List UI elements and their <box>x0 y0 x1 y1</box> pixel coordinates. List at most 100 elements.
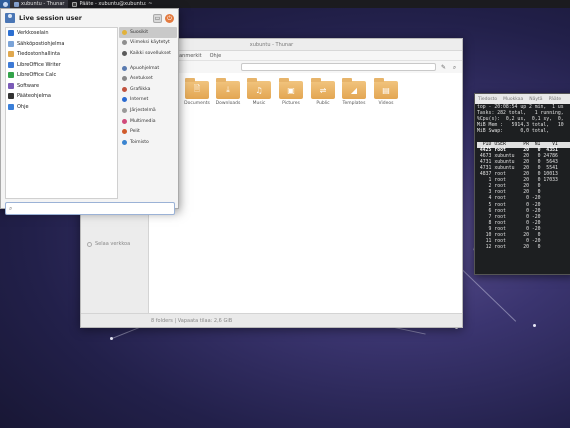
network-icon <box>87 241 92 247</box>
category-item[interactable]: Grafiikka <box>119 84 177 95</box>
favorite-item[interactable]: Ohje <box>6 102 117 113</box>
terminal-icon <box>72 1 78 7</box>
category-item[interactable]: Suosikit <box>119 27 177 38</box>
category-item-label: Apuohjelmat <box>130 65 160 71</box>
category-item-label: Kaikki sovellukset <box>130 50 171 56</box>
terminal-menubar: Tiedosto Muokkaa Näytä Pääte <box>475 94 570 104</box>
folder-pictures[interactable]: ▣ Pictures <box>275 78 307 106</box>
app-icon <box>8 51 14 58</box>
folder-music[interactable]: ♫ Music <box>243 78 275 106</box>
favorite-item-label: LibreOffice Calc <box>17 72 57 79</box>
status-bar: 8 folders | Vapaata tilaa: 2,6 GiB <box>81 313 462 327</box>
whisker-menu: Live session user ▭ ⏻ Verkkoselain Sähköp… <box>0 8 179 215</box>
xubuntu-logo-icon <box>2 1 8 7</box>
folder-label: Music <box>252 101 266 106</box>
folder-icon <box>14 1 19 7</box>
category-icon <box>122 50 127 56</box>
process-row: 12 root 20 0 <box>477 245 541 251</box>
category-item[interactable]: Apuohjelmat <box>119 63 177 74</box>
category-item[interactable]: Toimisto <box>119 137 177 148</box>
favorite-item-label: Sähköpostiohjelma <box>17 40 65 47</box>
menu-help[interactable]: Ohje <box>210 53 222 59</box>
category-item-label: Internet <box>130 97 149 103</box>
category-item[interactable]: Multimedia <box>119 116 177 127</box>
folder-videos[interactable]: ▤ Videos <box>370 78 402 106</box>
category-item[interactable]: Järjestelmä <box>119 105 177 116</box>
settings-icon: ▭ <box>154 15 161 22</box>
folder-label: Downloads <box>215 101 241 106</box>
process-row: 4425 root 20 0 4351 <box>477 147 558 153</box>
category-item-label: Viimeksi käytetyt <box>130 40 170 46</box>
category-item[interactable]: Viimeksi käytetyt <box>119 38 177 49</box>
search-input[interactable] <box>14 205 165 212</box>
videos-folder-icon: ▤ <box>374 78 398 99</box>
category-icon <box>122 86 127 92</box>
taskbar-item-terminal[interactable]: Pääte - xubuntu@xubuntu: ~ <box>68 0 156 8</box>
menu-terminal[interactable]: Pääte <box>549 97 562 102</box>
favorite-item[interactable]: Sähköpostiohjelma <box>6 39 117 50</box>
process-row: 4673 xubuntu 20 0 24786 <box>477 153 558 159</box>
folder-label: Videos <box>378 101 394 106</box>
process-table-header: PID USER PR NI VI <box>477 141 570 148</box>
document-folder-icon: 🗎 <box>185 78 209 99</box>
search-icon[interactable]: ⌕ <box>451 64 458 71</box>
category-item[interactable]: Kaikki sovellukset <box>119 48 177 59</box>
bg-dot <box>110 337 113 340</box>
category-item-label: Grafiikka <box>130 86 151 92</box>
app-icon <box>8 72 14 79</box>
search-box[interactable]: ⌕ <box>5 202 175 215</box>
folder-documents[interactable]: 🗎 Documents <box>181 78 213 106</box>
folder-label: Public <box>316 101 330 106</box>
taskbar-item-thunar[interactable]: xubuntu - Thunar <box>10 0 69 8</box>
terminal-output: top - 20:08:54 up 2 min, 1 us Tasks: 282 … <box>475 104 570 252</box>
user-avatar <box>5 13 15 23</box>
category-item[interactable]: Asetukset <box>119 73 177 84</box>
edit-location-icon[interactable]: ✎ <box>440 64 447 71</box>
category-icon <box>122 76 127 82</box>
favorite-item[interactable]: Verkkoselain <box>6 28 117 39</box>
category-item[interactable]: Internet <box>119 95 177 106</box>
download-folder-icon: ⤓ <box>216 78 240 99</box>
logout-button[interactable]: ⏻ <box>165 14 174 23</box>
window-title: xubuntu - Thunar <box>249 41 294 48</box>
category-icon <box>122 65 127 71</box>
category-icon <box>122 139 127 145</box>
category-icon <box>122 118 127 124</box>
menu-view[interactable]: Näytä <box>529 97 542 102</box>
category-item[interactable]: Pelit <box>119 126 177 137</box>
favorite-item-label: Software <box>17 82 40 89</box>
folder-public[interactable]: ⇌ Public <box>307 78 339 106</box>
menu-edit[interactable]: Muokkaa <box>503 97 523 102</box>
favorite-item-label: Ohje <box>17 103 29 110</box>
folder-label: Documents <box>184 101 210 106</box>
applications-menu-button[interactable] <box>0 0 10 8</box>
app-icon <box>8 40 14 47</box>
bg-dot <box>533 324 536 327</box>
power-icon: ⏻ <box>167 14 172 22</box>
category-icon <box>122 40 127 46</box>
app-icon <box>8 61 14 68</box>
folder-downloads[interactable]: ⤓ Downloads <box>212 78 244 106</box>
favorite-item[interactable]: Tiedostonhallinta <box>6 49 117 60</box>
top-panel: xubuntu - Thunar Pääte - xubuntu@xubuntu… <box>0 0 570 8</box>
terminal-window[interactable]: Tiedosto Muokkaa Näytä Pääte top - 20:08… <box>474 93 570 275</box>
category-item-label: Asetukset <box>130 76 153 82</box>
favorite-item[interactable]: Pääteohjelma <box>6 91 117 102</box>
favorite-item-label: Tiedostonhallinta <box>17 51 60 58</box>
menu-file[interactable]: Tiedosto <box>478 97 497 102</box>
favorite-item[interactable]: LibreOffice Calc <box>6 70 117 81</box>
favorite-item[interactable]: LibreOffice Writer <box>6 60 117 71</box>
settings-button[interactable]: ▭ <box>153 14 162 23</box>
taskbar-item-label: xubuntu - Thunar <box>21 1 65 7</box>
pictures-folder-icon: ▣ <box>279 78 303 99</box>
app-icon <box>8 103 14 110</box>
favorite-item[interactable]: Software <box>6 81 117 92</box>
folder-label: Templates <box>342 101 366 106</box>
search-icon: ⌕ <box>9 204 13 212</box>
music-folder-icon: ♫ <box>247 78 271 99</box>
category-item-label: Järjestelmä <box>130 107 156 113</box>
app-icon <box>8 30 14 37</box>
folder-templates[interactable]: ◢ Templates <box>338 78 370 106</box>
sidebar-item-browse-network[interactable]: Selaa verkkoa <box>87 241 130 247</box>
favorite-item-label: Pääteohjelma <box>17 93 51 100</box>
